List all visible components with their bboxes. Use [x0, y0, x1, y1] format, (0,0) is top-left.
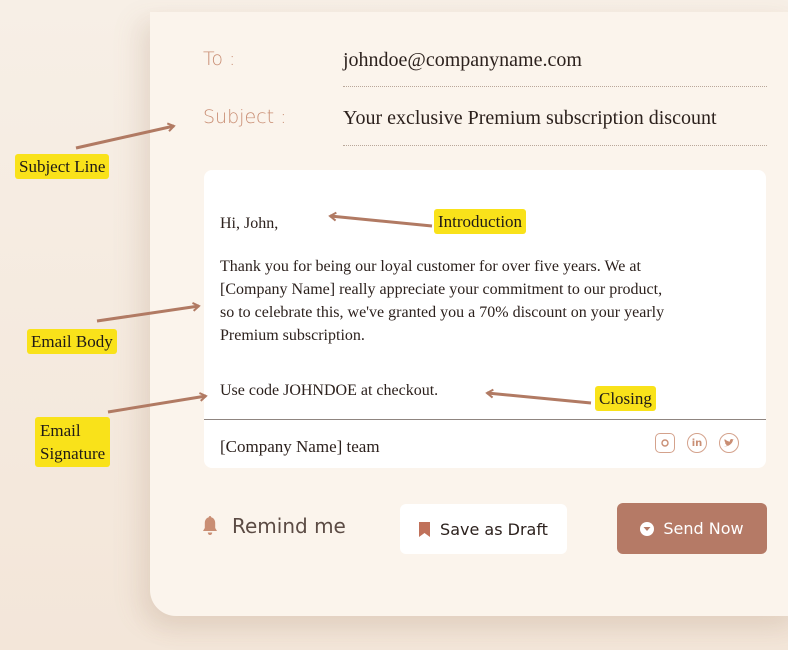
subject-field-underline [343, 145, 767, 146]
greeting-text: Hi, John, [220, 215, 279, 232]
to-field-underline [343, 86, 767, 87]
body-line: so to celebrate this, we've granted you … [220, 304, 665, 321]
save-as-draft-button[interactable]: Save as Draft [400, 504, 567, 554]
to-field[interactable]: johndoe@companyname.com [343, 49, 582, 72]
signature-divider [204, 419, 766, 420]
subject-field[interactable]: Your exclusive Premium subscription disc… [343, 107, 717, 130]
email-signature-tag-line2: Signature [40, 444, 106, 463]
closing-text: Use code JOHNDOE at checkout. [220, 382, 439, 399]
linkedin-glyph: in [691, 437, 703, 449]
send-now-label: Send Now [663, 519, 744, 538]
body-line: Premium subscription. [220, 327, 365, 344]
body-line: [Company Name] really appreciate your co… [220, 281, 663, 298]
subject-label: Subject : [203, 106, 287, 128]
email-signature-tag: Email Signature [35, 417, 111, 467]
instagram-glyph [661, 439, 669, 447]
save-as-draft-label: Save as Draft [440, 519, 548, 539]
bell-icon [203, 516, 217, 535]
closing-tag: Closing [595, 386, 656, 411]
email-signature-tag-line1: Email [40, 421, 81, 440]
email-body-tag: Email Body [27, 329, 117, 354]
remind-me-label: Remind me [232, 514, 346, 538]
twitter-icon[interactable] [719, 433, 739, 453]
send-now-button[interactable]: Send Now [617, 503, 767, 554]
linkedin-icon[interactable]: in [687, 433, 707, 453]
send-icon [640, 521, 655, 536]
subject-line-tag: Subject Line [15, 154, 110, 179]
body-line: Thank you for being our loyal customer f… [220, 258, 641, 275]
instagram-icon[interactable] [655, 433, 675, 453]
introduction-tag: Introduction [434, 209, 527, 234]
twitter-glyph [724, 438, 735, 447]
signature-text: [Company Name] team [220, 437, 380, 456]
bookmark-icon [419, 521, 431, 537]
to-label: To : [203, 48, 236, 70]
remind-me-toggle[interactable]: Remind me [202, 514, 346, 538]
